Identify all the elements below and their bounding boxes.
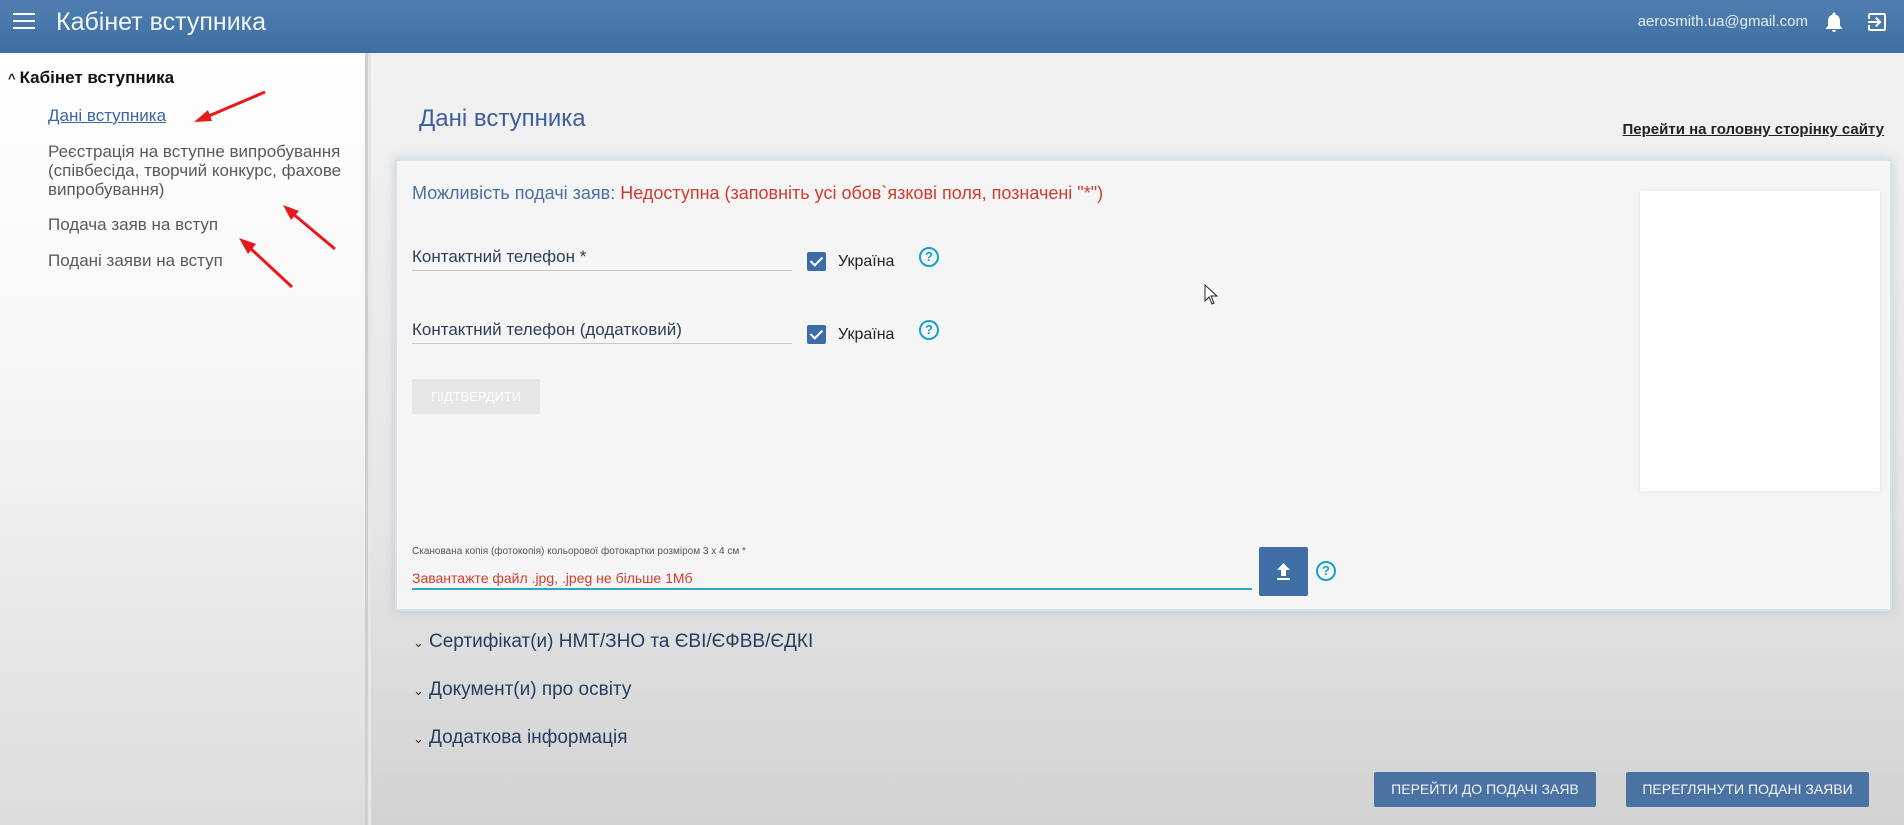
view-applications-button[interactable]: ПЕРЕГЛЯНУТИ ПОДАНІ ЗАЯВИ xyxy=(1626,772,1869,807)
phone-secondary-country-checkbox[interactable] xyxy=(807,325,826,344)
bell-icon[interactable] xyxy=(1822,10,1846,34)
photo-upload-field[interactable]: Завантажте файл .jpg, .jpeg не більше 1М… xyxy=(412,566,1252,590)
go-to-applications-button[interactable]: ПЕРЕЙТИ ДО ПОДАЧІ ЗАЯВ xyxy=(1374,772,1596,807)
annotation-arrow xyxy=(194,90,266,122)
help-icon[interactable]: ? xyxy=(919,247,939,267)
photo-preview xyxy=(1640,191,1880,491)
photo-upload-label: Сканована копія (фотокопія) кольорової ф… xyxy=(412,546,746,557)
menu-icon[interactable] xyxy=(13,13,35,31)
section-certificates-label: Сертифікат(и) НМТ/ЗНО та ЄВІ/ЄФВВ/ЄДКІ xyxy=(429,631,814,652)
upload-button[interactable] xyxy=(1259,547,1308,596)
sidebar: ^ Кабінет вступника Дані вступника Реєстр… xyxy=(0,53,368,825)
phone-secondary-row: Контактний телефон (додатковий) xyxy=(412,316,792,346)
phone-secondary-country: Україна xyxy=(838,326,895,343)
home-page-link[interactable]: Перейти на головну сторінку сайту xyxy=(1623,121,1885,138)
confirm-button[interactable]: ПІДТВЕРДИТИ xyxy=(412,379,540,414)
phone-primary-input[interactable]: Контактний телефон * xyxy=(412,243,792,271)
section-education-label: Документ(и) про освіту xyxy=(429,679,632,700)
phone-primary-country-checkbox[interactable] xyxy=(807,252,826,271)
app-title: Кабінет вступника xyxy=(56,8,267,36)
chevron-down-icon: ⌄ xyxy=(413,731,424,746)
annotation-arrow xyxy=(239,238,294,289)
help-icon[interactable]: ? xyxy=(1316,561,1336,581)
sidebar-section-header[interactable]: ^ Кабінет вступника xyxy=(8,68,174,88)
phone-secondary-input[interactable]: Контактний телефон (додатковий) xyxy=(412,316,792,344)
upload-icon xyxy=(1277,563,1290,580)
chevron-down-icon: ⌄ xyxy=(413,683,424,698)
chevron-down-icon: ⌄ xyxy=(413,635,424,650)
availability-status: Можливість подачі заяв: Недоступна (запо… xyxy=(412,183,1103,204)
chevron-up-icon: ^ xyxy=(8,71,16,86)
sidebar-item-submitted-applications[interactable]: Подані заяви на вступ xyxy=(48,251,348,270)
main-content: Дані вступника Перейти на головну сторін… xyxy=(371,53,1904,825)
help-icon[interactable]: ? xyxy=(919,320,939,340)
mouse-cursor-icon xyxy=(1204,284,1219,305)
page-title: Дані вступника xyxy=(419,105,586,132)
section-certificates[interactable]: ⌄ Сертифікат(и) НМТ/ЗНО та ЄВІ/ЄФВВ/ЄДКІ xyxy=(413,631,813,653)
sidebar-section-title: Кабінет вступника xyxy=(19,68,175,87)
phone-primary-row: Контактний телефон * xyxy=(412,243,792,273)
top-app-bar: Кабінет вступника aerosmith.ua@gmail.com xyxy=(0,0,1904,53)
section-additional-label: Додаткова інформація xyxy=(429,727,628,748)
sidebar-item-exam-registration[interactable]: Реєстрація на вступне випробування (спів… xyxy=(48,142,348,199)
user-email[interactable]: aerosmith.ua@gmail.com xyxy=(1638,13,1808,30)
phone-primary-country: Україна xyxy=(838,253,895,270)
availability-value: Недоступна (заповніть усі обов`язкові по… xyxy=(620,183,1104,203)
section-additional-info[interactable]: ⌄ Додаткова інформація xyxy=(413,727,628,749)
applicant-data-card: Можливість подачі заяв: Недоступна (запо… xyxy=(395,159,1892,611)
exit-icon[interactable] xyxy=(1865,10,1889,34)
availability-label: Можливість подачі заяв: xyxy=(412,183,616,203)
section-education-documents[interactable]: ⌄ Документ(и) про освіту xyxy=(413,679,631,701)
